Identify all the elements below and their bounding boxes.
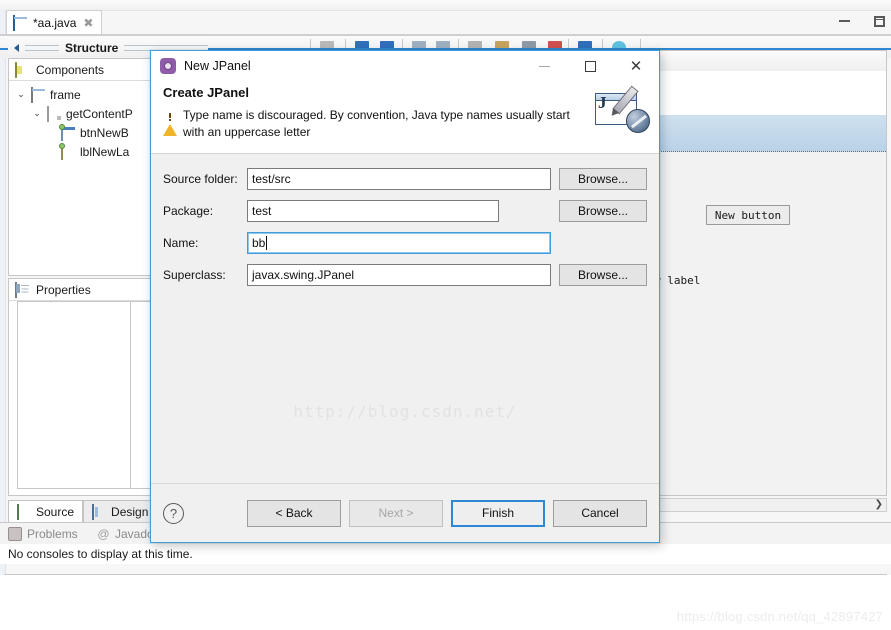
exposed-badge-icon bbox=[59, 123, 65, 130]
dialog-form: Source folder: test/src Browse... Packag… bbox=[151, 154, 659, 501]
tree-item-label: frame bbox=[50, 87, 81, 102]
form-row-name: Name: bb bbox=[163, 232, 647, 254]
dialog-maximize-button[interactable] bbox=[567, 51, 613, 81]
dialog-minimize-button[interactable] bbox=[521, 51, 567, 81]
console-message: No consoles to display at this time. bbox=[0, 544, 891, 564]
tab-problems[interactable]: Problems bbox=[8, 525, 78, 543]
header-rule-left bbox=[25, 45, 59, 51]
jpanel-wizard-icon: J bbox=[591, 81, 653, 135]
maximize-icon[interactable] bbox=[874, 15, 885, 27]
new-jpanel-gear-icon bbox=[160, 58, 176, 74]
name-label: Name: bbox=[163, 236, 199, 250]
dialog-heading: Create JPanel bbox=[163, 85, 249, 100]
preview-new-label: w label bbox=[654, 274, 701, 287]
new-jpanel-dialog: New JPanel ✕ Create JPanel Type name is … bbox=[150, 50, 660, 543]
panel-icon bbox=[47, 105, 62, 122]
dialog-footer: ? < Back Next > Finish Cancel bbox=[151, 483, 659, 542]
help-icon[interactable]: ? bbox=[163, 502, 184, 524]
chevron-down-icon[interactable]: ⌄ bbox=[31, 109, 43, 118]
window-controls bbox=[839, 11, 885, 31]
frame-icon bbox=[31, 86, 46, 103]
source-folder-browse-button[interactable]: Browse... bbox=[559, 168, 647, 190]
tab-design-label: Design bbox=[111, 504, 149, 519]
properties-title-label: Properties bbox=[36, 282, 91, 297]
form-row-superclass: Superclass: javax.swing.JPanel Browse... bbox=[163, 264, 647, 286]
next-button: Next > bbox=[349, 499, 443, 527]
superclass-browse-button[interactable]: Browse... bbox=[559, 264, 647, 286]
problems-icon bbox=[8, 527, 23, 541]
jpanel-logo-letter: J bbox=[598, 93, 607, 112]
dialog-title: New JPanel bbox=[184, 59, 251, 73]
package-input[interactable]: test bbox=[247, 200, 499, 222]
dialog-window-buttons: ✕ bbox=[521, 51, 659, 81]
cancel-button[interactable]: Cancel bbox=[553, 499, 647, 527]
watermark-dialog: http://blog.csdn.net/ bbox=[293, 402, 517, 421]
structure-title: Structure bbox=[65, 41, 119, 55]
components-title-label: Components bbox=[36, 62, 105, 77]
tree-item-label: btnNewB bbox=[80, 125, 129, 140]
source-folder-input[interactable]: test/src bbox=[247, 168, 551, 190]
tab-source-label: Source bbox=[36, 504, 75, 519]
tree-item-label: getContentP bbox=[66, 106, 133, 121]
tab-problems-label: Problems bbox=[27, 527, 78, 541]
tab-design[interactable]: Design bbox=[83, 500, 158, 522]
close-icon[interactable]: ✖ bbox=[83, 16, 93, 30]
design-icon bbox=[92, 503, 107, 520]
chevron-down-icon[interactable]: ⌄ bbox=[15, 90, 27, 99]
button-icon bbox=[59, 123, 76, 141]
dialog-header: Create JPanel Type name is discouraged. … bbox=[151, 81, 659, 154]
watermark-bottom: https://blog.csdn.net/qq_42897427 bbox=[676, 609, 883, 624]
name-input-value: bb bbox=[252, 236, 266, 250]
exposed-badge-icon bbox=[59, 142, 65, 149]
components-icon bbox=[15, 61, 30, 78]
finish-button[interactable]: Finish bbox=[451, 499, 545, 527]
chevron-left-icon[interactable] bbox=[14, 44, 19, 52]
warning-icon bbox=[163, 109, 177, 136]
dialog-warning-text: Type name is discouraged. By convention,… bbox=[183, 108, 570, 139]
form-row-source-folder: Source folder: test/src Browse... bbox=[163, 168, 647, 190]
superclass-input[interactable]: javax.swing.JPanel bbox=[247, 264, 551, 286]
editor-tab-aa-java[interactable]: *aa.java ✖ bbox=[6, 10, 103, 35]
source-folder-label: Source folder: bbox=[163, 172, 238, 186]
dialog-close-button[interactable]: ✕ bbox=[613, 51, 659, 81]
back-button[interactable]: < Back bbox=[247, 499, 341, 527]
tree-item-label: lblNewLa bbox=[80, 144, 130, 159]
preview-new-button[interactable]: New button bbox=[706, 205, 790, 225]
source-icon bbox=[17, 503, 32, 520]
properties-icon bbox=[15, 281, 30, 298]
dialog-warning: Type name is discouraged. By convention,… bbox=[163, 107, 575, 141]
minimize-icon[interactable] bbox=[839, 20, 850, 22]
form-row-package: Package: test Browse... bbox=[163, 200, 647, 222]
text-caret bbox=[266, 236, 268, 250]
javadoc-icon: @ bbox=[97, 527, 110, 541]
dialog-button-group: < Back Next > Finish Cancel bbox=[247, 499, 647, 527]
package-label: Package: bbox=[163, 204, 214, 218]
scroll-right-arrow-icon[interactable]: ❯ bbox=[875, 500, 883, 510]
package-browse-button[interactable]: Browse... bbox=[559, 200, 647, 222]
superclass-label: Superclass: bbox=[163, 268, 226, 282]
java-file-icon bbox=[13, 15, 28, 31]
editor-tab-label: *aa.java bbox=[33, 16, 77, 30]
dialog-titlebar[interactable]: New JPanel ✕ bbox=[151, 51, 659, 81]
name-input[interactable]: bb bbox=[247, 232, 551, 254]
editor-mode-tabs: Source Design bbox=[8, 500, 158, 522]
label-icon bbox=[59, 142, 76, 160]
tab-source[interactable]: Source bbox=[8, 500, 84, 522]
window-top-strip bbox=[0, 0, 891, 11]
